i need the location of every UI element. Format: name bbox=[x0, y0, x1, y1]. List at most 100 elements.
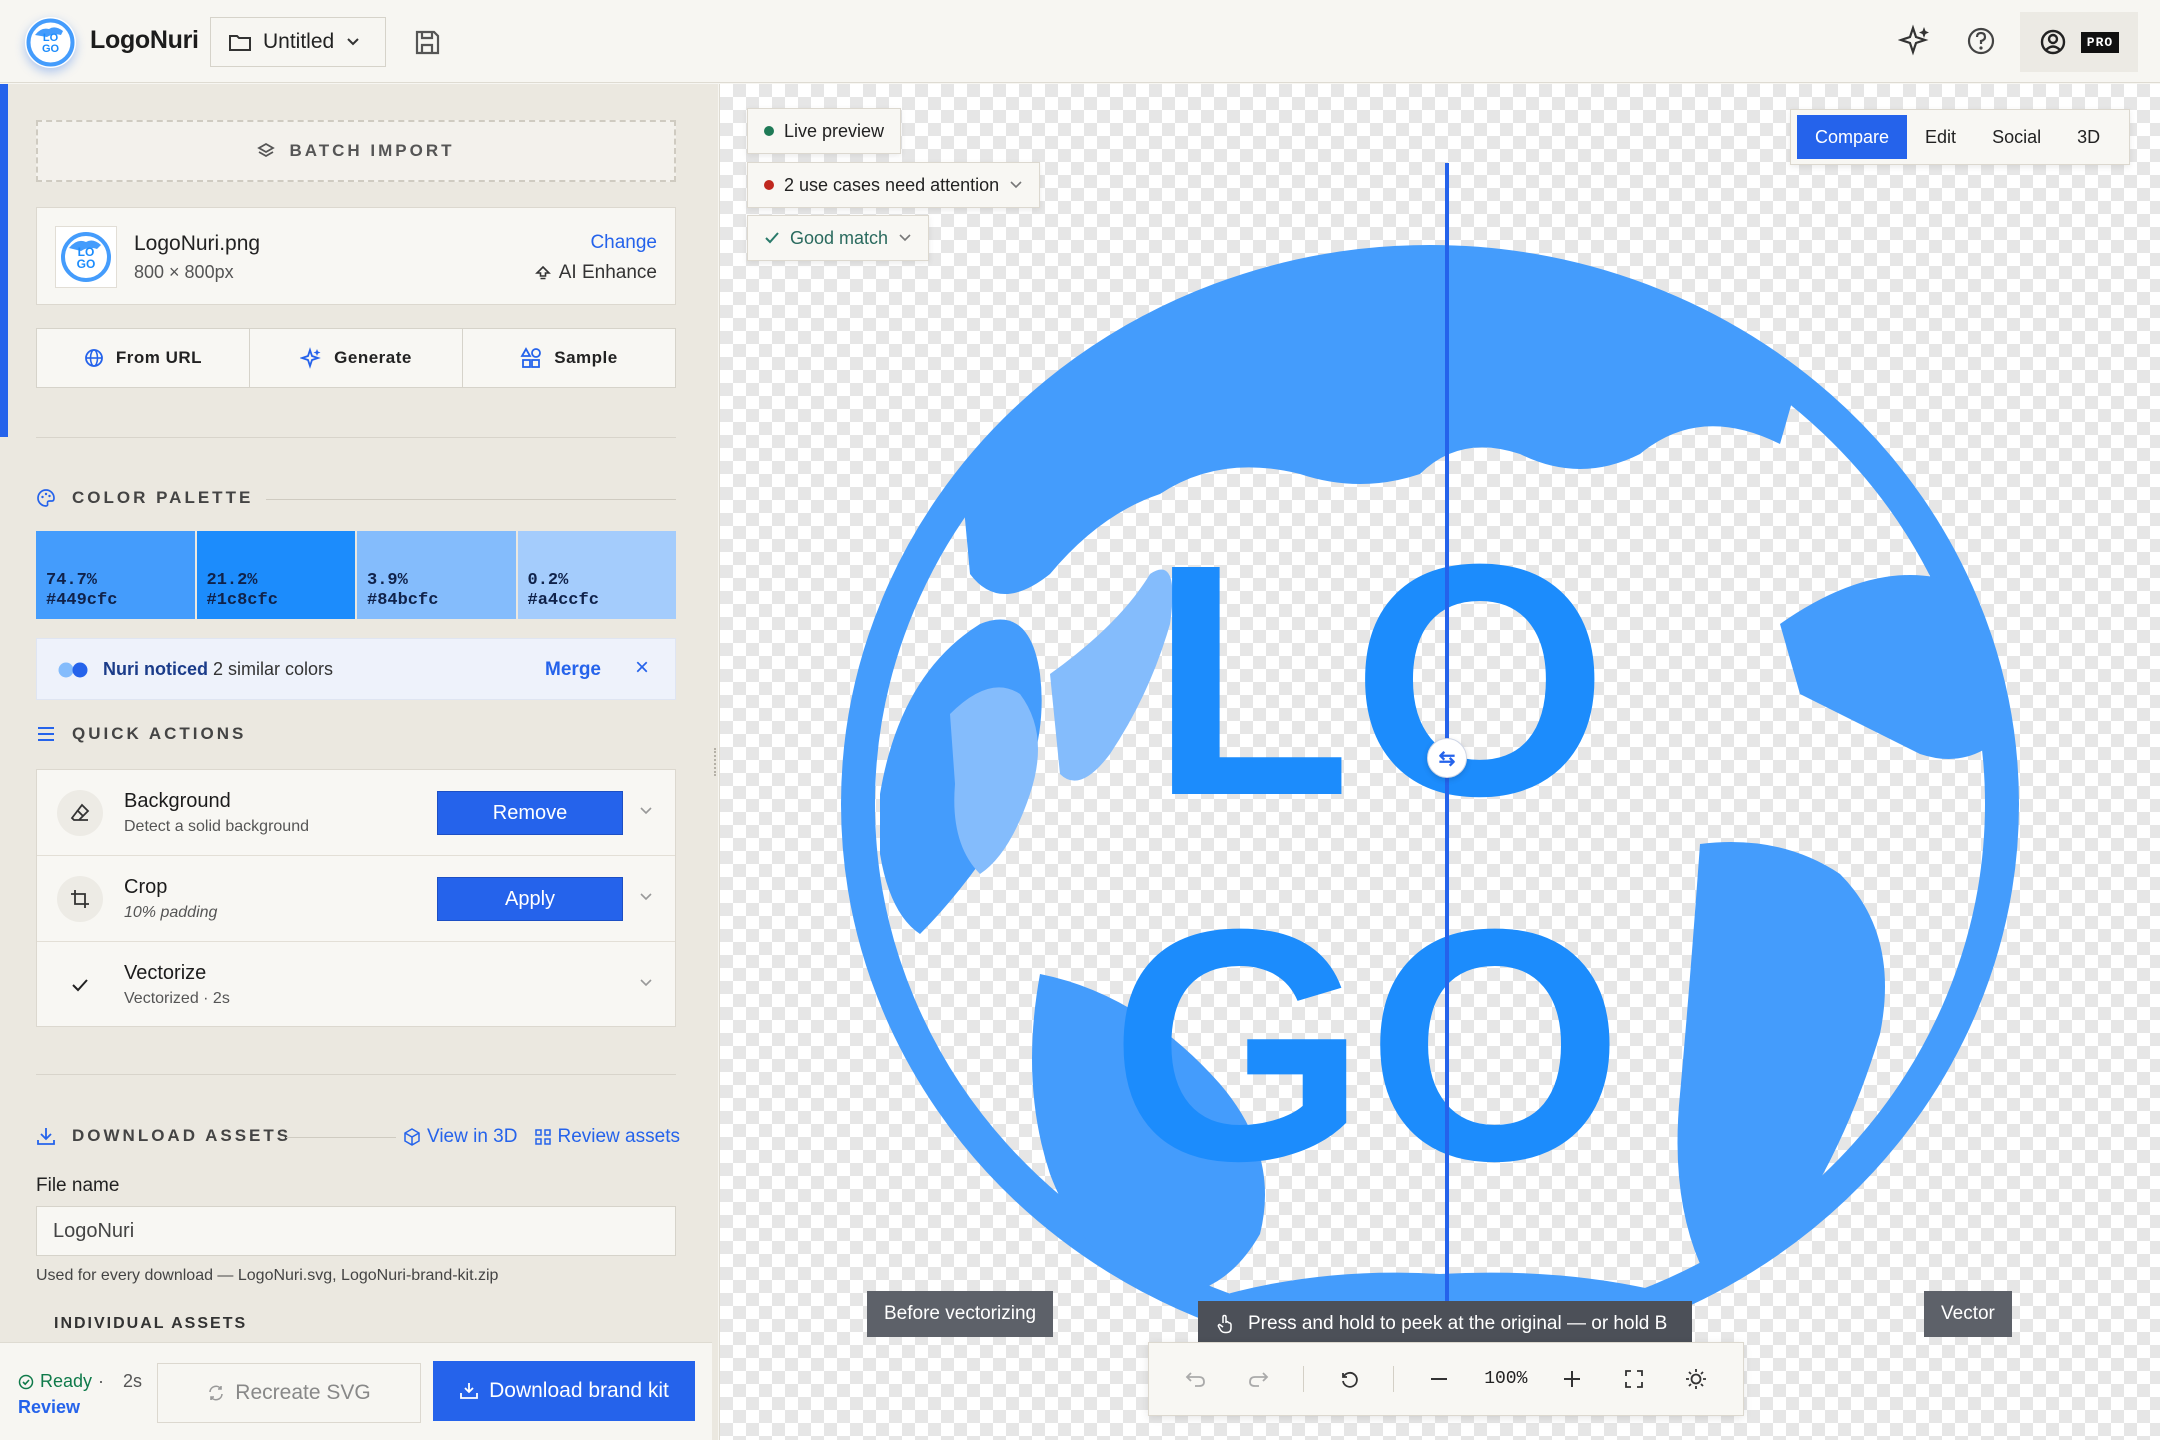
save-icon[interactable] bbox=[410, 25, 444, 59]
fit-screen-icon[interactable] bbox=[1617, 1362, 1651, 1396]
globe-icon bbox=[85, 349, 103, 367]
project-selector[interactable]: Untitled bbox=[210, 17, 386, 67]
chevron-down-icon bbox=[347, 38, 359, 46]
ai-sparkle-icon[interactable] bbox=[1897, 24, 1932, 58]
zoom-in-icon[interactable] bbox=[1555, 1362, 1589, 1396]
change-file-link[interactable]: Change bbox=[590, 232, 657, 254]
download-icon bbox=[37, 1128, 55, 1145]
swap-arrows-icon[interactable]: ⇆ bbox=[1427, 738, 1467, 778]
resize-handle[interactable] bbox=[714, 748, 718, 776]
quick-actions-card: Background Detect a solid background Rem… bbox=[36, 769, 676, 1027]
match-quality-chip[interactable]: Good match bbox=[747, 215, 930, 261]
toolbar-separator bbox=[1302, 1366, 1304, 1392]
chevron-down-icon[interactable] bbox=[637, 974, 655, 992]
individual-assets-heading: INDIVIDUAL ASSETS bbox=[54, 1315, 248, 1332]
batch-import-button[interactable]: BATCH IMPORT bbox=[36, 120, 676, 182]
merge-button[interactable]: Merge bbox=[545, 659, 601, 681]
svg-text:GO: GO bbox=[42, 43, 60, 55]
qa-subtitle: Vectorized · 2s bbox=[124, 990, 230, 1007]
review-assets-label: Review assets bbox=[557, 1126, 680, 1147]
download-links: View in 3D Review assets bbox=[403, 1126, 680, 1148]
generate-button[interactable]: Generate bbox=[250, 329, 463, 387]
check-icon bbox=[57, 962, 103, 1008]
folder-icon bbox=[229, 35, 251, 51]
batch-import-label: BATCH IMPORT bbox=[289, 141, 455, 160]
swatch-2[interactable]: 21.2% #1c8cfc bbox=[196, 531, 357, 619]
app-name: LogoNuri bbox=[90, 26, 199, 54]
list-icon bbox=[38, 727, 54, 741]
file-name-help: Used for every download — LogoNuri.svg, … bbox=[36, 1267, 499, 1284]
recreate-svg-button[interactable]: Recreate SVG bbox=[157, 1363, 421, 1423]
tab-compare[interactable]: Compare bbox=[1797, 115, 1908, 159]
zoom-out-icon[interactable] bbox=[1422, 1362, 1456, 1396]
review-link[interactable]: Review bbox=[18, 1397, 80, 1418]
download-brand-kit-label: Download brand kit bbox=[489, 1379, 669, 1402]
tab-3d[interactable]: 3D bbox=[2059, 115, 2118, 159]
toolbar-separator bbox=[1393, 1366, 1395, 1392]
swatch-percent: 0.2% bbox=[527, 571, 569, 590]
palette-icon bbox=[37, 489, 55, 507]
file-name-label: File name bbox=[36, 1175, 120, 1196]
live-preview-label: Live preview bbox=[784, 120, 885, 141]
vector-label: Vector bbox=[1924, 1291, 2012, 1337]
swatch-4[interactable]: 0.2% #a4ccfc bbox=[517, 531, 676, 619]
logo-text-lo: LO bbox=[1150, 495, 1608, 864]
ai-enhance-label: AI Enhance bbox=[558, 262, 657, 283]
swatch-3[interactable]: 3.9% #84bcfc bbox=[357, 531, 518, 619]
similar-colors-notice: Nuri noticed 2 similar colors Merge × bbox=[36, 638, 676, 700]
qa-vectorize-row: Vectorize Vectorized · 2s bbox=[37, 942, 675, 1028]
undo-icon[interactable] bbox=[1179, 1362, 1213, 1396]
chevron-down-icon[interactable] bbox=[637, 802, 655, 820]
from-url-button[interactable]: From URL bbox=[37, 329, 250, 387]
chevron-down-icon[interactable] bbox=[637, 888, 655, 906]
apply-crop-button[interactable]: Apply bbox=[437, 877, 623, 921]
tab-edit[interactable]: Edit bbox=[1907, 115, 1974, 159]
source-options: From URL Generate Sample bbox=[36, 328, 676, 388]
qa-subtitle: Detect a solid background bbox=[124, 818, 309, 835]
live-preview-chip[interactable]: Live preview bbox=[747, 108, 902, 154]
account-button[interactable]: PRO bbox=[2020, 12, 2138, 72]
file-name-input[interactable]: LogoNuri bbox=[36, 1206, 676, 1256]
swatch-hex: #449cfc bbox=[46, 591, 118, 610]
download-tray-icon bbox=[460, 1383, 479, 1399]
section-divider bbox=[36, 437, 676, 438]
swatch-percent: 74.7% bbox=[46, 571, 98, 590]
help-icon[interactable] bbox=[1964, 24, 1998, 58]
swatch-1[interactable]: 74.7% #449cfc bbox=[36, 531, 197, 619]
swatch-percent: 21.2% bbox=[206, 571, 258, 590]
user-avatar-icon bbox=[2040, 29, 2065, 55]
cube-icon bbox=[404, 1128, 420, 1146]
recreate-svg-label: Recreate SVG bbox=[235, 1381, 371, 1404]
top-bar: LO GO LogoNuri Untitled PRO bbox=[0, 0, 2160, 83]
reset-icon[interactable] bbox=[1332, 1362, 1366, 1396]
close-icon[interactable]: × bbox=[635, 654, 649, 682]
brightness-icon[interactable] bbox=[1679, 1362, 1713, 1396]
notice-body: 2 similar colors bbox=[213, 659, 334, 679]
ai-enhance-button[interactable]: AI Enhance bbox=[534, 262, 657, 284]
status-indicator: Ready · bbox=[18, 1371, 104, 1392]
review-assets-link[interactable]: Review assets bbox=[535, 1126, 680, 1148]
download-brand-kit-button[interactable]: Download brand kit bbox=[433, 1361, 695, 1421]
sample-button[interactable]: Sample bbox=[463, 329, 675, 387]
sidebar-accent-bar bbox=[0, 84, 8, 437]
svg-text:GO: GO bbox=[77, 257, 96, 271]
notice-title: Nuri noticed bbox=[103, 659, 209, 679]
view-in-3d-link[interactable]: View in 3D bbox=[403, 1126, 517, 1148]
live-dot bbox=[764, 126, 774, 136]
color-palette: 74.7% #449cfc 21.2% #1c8cfc 3.9% #84bcfc 0.… bbox=[36, 531, 676, 619]
quick-actions-heading: QUICK ACTIONS bbox=[36, 724, 246, 744]
app-logo[interactable]: LO GO bbox=[25, 17, 76, 68]
file-thumbnail: LO GO bbox=[55, 226, 117, 288]
match-label: Good match bbox=[790, 227, 889, 248]
file-card: LO GO LogoNuri.png 800 × 800px Change AI… bbox=[36, 207, 676, 305]
preview-canvas[interactable]: LO GO Live preview 2 use cases need atte… bbox=[719, 84, 2160, 1440]
file-dimensions: 800 × 800px bbox=[134, 262, 234, 282]
file-name: LogoNuri.png bbox=[134, 232, 261, 255]
qa-background-row: Background Detect a solid background Rem… bbox=[37, 770, 675, 856]
use-cases-attention-chip[interactable]: 2 use cases need attention bbox=[747, 162, 1041, 208]
swatch-hex: #84bcfc bbox=[367, 591, 439, 610]
tab-social[interactable]: Social bbox=[1974, 115, 2059, 159]
remove-background-button[interactable]: Remove bbox=[437, 791, 623, 835]
redo-icon[interactable] bbox=[1241, 1362, 1275, 1396]
pro-badge: PRO bbox=[2080, 31, 2120, 53]
